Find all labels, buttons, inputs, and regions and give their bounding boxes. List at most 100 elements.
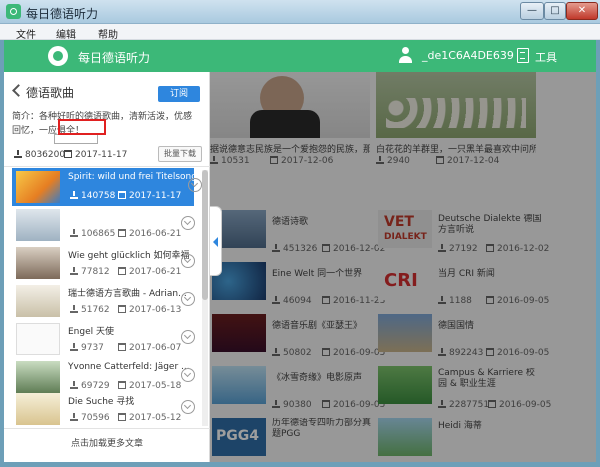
minimize-button[interactable]: — bbox=[520, 2, 544, 20]
download-count-icon bbox=[210, 156, 218, 164]
song-item[interactable]: 瑞士德语方言歌曲 - Adrian... 51762 2017-06-13 bbox=[12, 282, 202, 320]
song-item[interactable]: 106865 2016-06-21 bbox=[12, 206, 202, 244]
calendar-icon bbox=[118, 305, 126, 313]
download-count-icon bbox=[272, 348, 280, 356]
download-count-icon bbox=[438, 296, 446, 304]
card-downloads: 1188 bbox=[438, 296, 472, 306]
song-list-scrollbar[interactable] bbox=[202, 170, 208, 426]
card-title[interactable]: 德国国情 bbox=[438, 318, 538, 331]
card-title[interactable]: 据说德意志民族是一个爱抱怨的民族，那你... bbox=[210, 142, 370, 155]
album-date: 2017-11-17 bbox=[64, 150, 127, 160]
card-downloads: 50802 bbox=[272, 348, 312, 358]
download-count-icon bbox=[438, 348, 446, 356]
menu-file[interactable]: 文件 bbox=[16, 26, 36, 41]
tools-icon[interactable] bbox=[517, 48, 529, 63]
card-thumbnail[interactable]: CRI bbox=[378, 262, 432, 300]
card-thumbnail[interactable] bbox=[210, 72, 370, 138]
song-thumbnail bbox=[16, 285, 60, 317]
card-title[interactable]: 德语诗歌 bbox=[272, 214, 372, 227]
song-item[interactable]: Engel 天使 9737 2017-06-07 bbox=[12, 320, 202, 358]
song-date: 2017-06-07 bbox=[118, 343, 181, 353]
song-thumbnail bbox=[16, 171, 60, 203]
subscribe-button[interactable]: 订阅 bbox=[158, 86, 200, 102]
app-logo-icon bbox=[6, 4, 21, 19]
brand-title: 每日德语听力 bbox=[78, 51, 151, 65]
card-downloads: 10531 bbox=[210, 156, 250, 166]
download-icon[interactable] bbox=[181, 254, 195, 268]
song-downloads: 77812 bbox=[70, 267, 110, 277]
card-title[interactable]: Campus & Karriere 校园 & 职业生涯 bbox=[438, 368, 542, 390]
card-downloads: 2940 bbox=[376, 156, 410, 166]
calendar-icon bbox=[118, 191, 126, 199]
card-thumbnail[interactable] bbox=[376, 72, 536, 138]
download-icon[interactable] bbox=[181, 292, 195, 306]
download-count-icon bbox=[70, 191, 78, 199]
song-date: 2017-11-17 bbox=[118, 191, 181, 201]
panel-title: 德语歌曲 bbox=[26, 86, 75, 100]
card-date: 2016-09-05 bbox=[322, 400, 385, 410]
download-icon[interactable] bbox=[181, 330, 195, 344]
card-title[interactable]: Deutsche Dialekte 德国方言听说 bbox=[438, 214, 548, 236]
card-date: 2016-09-05 bbox=[486, 348, 549, 358]
song-downloads: 9737 bbox=[70, 343, 104, 353]
back-arrow-icon[interactable] bbox=[12, 84, 25, 97]
load-more-button[interactable]: 点击加载更多文章 bbox=[4, 428, 210, 458]
batch-download-button[interactable]: 批量下载 bbox=[158, 146, 202, 162]
calendar-icon bbox=[488, 400, 496, 408]
card-thumbnail[interactable] bbox=[212, 314, 266, 352]
card-thumbnail[interactable] bbox=[378, 366, 432, 404]
card-thumbnail[interactable]: VET DIALEKT bbox=[378, 210, 432, 248]
close-button[interactable]: ✕ bbox=[566, 2, 598, 20]
card-thumbnail[interactable] bbox=[378, 418, 432, 456]
card-date: 2017-12-04 bbox=[436, 156, 499, 166]
card-downloads: 451326 bbox=[272, 244, 317, 254]
tools-button[interactable]: 工具 bbox=[535, 49, 557, 65]
card-title[interactable]: Eine Welt 同一个世界 bbox=[272, 266, 372, 279]
song-downloads: 51762 bbox=[70, 305, 110, 315]
card-date: 2016-12-02 bbox=[322, 244, 385, 254]
download-count-icon bbox=[438, 400, 446, 408]
card-date: 2016-09-05 bbox=[488, 400, 551, 410]
card-thumbnail[interactable] bbox=[212, 366, 266, 404]
download-icon[interactable] bbox=[181, 400, 195, 414]
download-count-icon bbox=[70, 305, 78, 313]
song-item[interactable]: Die Suche 寻找 70596 2017-05-12 bbox=[12, 390, 202, 428]
download-icon[interactable] bbox=[181, 368, 195, 382]
song-title: 瑞士德语方言歌曲 - Adrian... bbox=[68, 289, 187, 299]
download-icon[interactable] bbox=[188, 178, 202, 192]
scrollbar-thumb[interactable] bbox=[202, 170, 208, 300]
calendar-icon bbox=[322, 296, 330, 304]
download-count-icon bbox=[272, 296, 280, 304]
song-downloads: 106865 bbox=[70, 229, 115, 239]
song-thumbnail bbox=[16, 247, 60, 279]
card-date: 2017-12-06 bbox=[270, 156, 333, 166]
download-icon[interactable] bbox=[181, 216, 195, 230]
album-description: 简介：各种好听的德语歌曲，清新活泼，优感回忆，一应俱全！ bbox=[12, 112, 193, 136]
menu-help[interactable]: 帮助 bbox=[98, 26, 118, 41]
card-thumbnail[interactable] bbox=[378, 314, 432, 352]
card-title[interactable]: Heidi 海蒂 bbox=[438, 418, 538, 431]
maximize-button[interactable]: □ bbox=[544, 2, 566, 20]
card-date: 2016-12-02 bbox=[486, 244, 549, 254]
window-title: 每日德语听力 bbox=[26, 7, 99, 21]
card-title[interactable]: 白花花的羊群里，一只黑羊最喜欢中问所 bbox=[376, 142, 536, 155]
collapse-panel-handle[interactable] bbox=[210, 206, 222, 276]
download-count-icon bbox=[272, 244, 280, 252]
song-date: 2016-06-21 bbox=[118, 229, 181, 239]
username[interactable]: _de1C6A4DE639 bbox=[422, 49, 514, 62]
album-downloads: 8036200 bbox=[14, 150, 65, 160]
card-title[interactable]: 历年德语专四听力部分真题PGG bbox=[272, 418, 372, 440]
user-icon[interactable] bbox=[398, 47, 414, 64]
download-count-icon bbox=[70, 343, 78, 351]
menu-edit[interactable]: 编辑 bbox=[56, 26, 76, 41]
divider bbox=[4, 166, 210, 167]
card-downloads: 46094 bbox=[272, 296, 312, 306]
song-item[interactable]: Spirit: wild und frei Titelsong 140758 2… bbox=[12, 168, 202, 206]
song-item[interactable]: Wie geht glücklich 如何幸福 77812 2017-06-21 bbox=[12, 244, 202, 282]
card-title[interactable]: 当月 CRI 新闻 bbox=[438, 266, 538, 279]
song-date: 2017-06-21 bbox=[118, 267, 181, 277]
card-title[interactable]: 《冰雪奇缘》电影原声 bbox=[272, 370, 372, 383]
card-title[interactable]: 德语音乐剧《亚瑟王》 bbox=[272, 318, 372, 331]
card-thumbnail[interactable]: PGG4 bbox=[212, 418, 266, 456]
song-thumbnail bbox=[16, 209, 60, 241]
